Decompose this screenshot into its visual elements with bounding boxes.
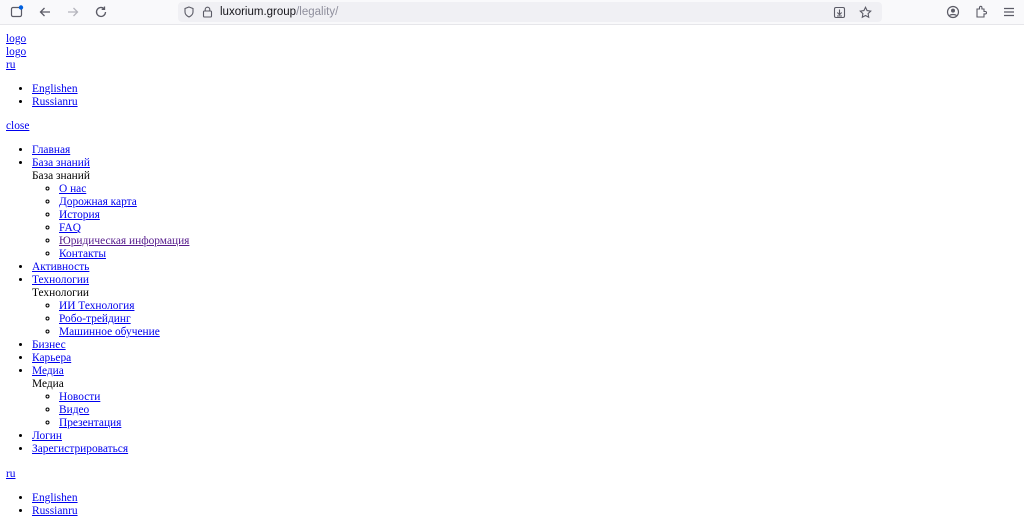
submenu-heading: База знаний <box>32 170 90 182</box>
list-item: Russianru <box>32 96 1024 109</box>
submenu-item: О нас <box>59 183 1024 196</box>
media-video-link[interactable]: Видео <box>59 404 89 416</box>
media-news-link[interactable]: Новости <box>59 391 100 403</box>
menu-activity-link[interactable]: Активность <box>32 261 89 273</box>
submenu-item: Машинное обучение <box>59 326 1024 339</box>
reload-icon[interactable] <box>90 1 112 23</box>
submenu-heading: Медиа <box>32 378 64 390</box>
kb-contacts-link[interactable]: Контакты <box>59 248 106 260</box>
menu-item: Бизнес <box>32 339 1024 352</box>
language-toggle-2[interactable]: ru <box>6 468 1024 481</box>
forward-icon[interactable] <box>62 1 84 23</box>
language-toggle[interactable]: ru <box>6 59 1024 72</box>
lang-russian-link[interactable]: Russianru <box>32 96 78 108</box>
menu-register-link[interactable]: Зарегистрироваться <box>32 443 128 455</box>
extensions-icon[interactable] <box>970 1 992 23</box>
menu-career-link[interactable]: Карьера <box>32 352 71 364</box>
list-item: Englishen <box>32 492 1024 505</box>
tech-submenu: ИИ Технология Робо-трейдинг Машинное обу… <box>32 300 1024 339</box>
url-text[interactable]: luxorium.group/legality/ <box>220 6 338 18</box>
kb-legal-link[interactable]: Юридическая информация <box>59 235 189 247</box>
media-submenu: Новости Видео Презентация <box>32 391 1024 430</box>
submenu-item: Контакты <box>59 248 1024 261</box>
menu-item: Зарегистрироваться <box>32 443 1024 456</box>
menu-item: Главная <box>32 144 1024 157</box>
back-icon[interactable] <box>34 1 56 23</box>
menu-item: База знаний База знаний О нас Дорожная к… <box>32 157 1024 261</box>
bookmark-star-icon[interactable] <box>854 1 876 23</box>
submenu-heading: Технологии <box>32 287 90 299</box>
main-menu: Главная База знаний База знаний О нас До… <box>6 144 1024 456</box>
url-path: /legality/ <box>296 6 339 18</box>
kb-roadmap-link[interactable]: Дорожная карта <box>59 196 137 208</box>
menu-item: Медиа Медиа Новости Видео Презентация <box>32 365 1024 430</box>
kb-about-link[interactable]: О нас <box>59 183 86 195</box>
submenu-item: Видео <box>59 404 1024 417</box>
menu-home-link[interactable]: Главная <box>32 144 70 156</box>
url-host: luxorium.group <box>220 6 297 18</box>
menu-tech-link[interactable]: Технологии <box>32 274 89 286</box>
kb-submenu: О нас Дорожная карта История FAQ Юридиче… <box>32 183 1024 261</box>
list-item: Englishen <box>32 83 1024 96</box>
tech-robo-link[interactable]: Робо-трейдинг <box>59 313 131 325</box>
menu-item: Логин <box>32 430 1024 443</box>
save-page-icon[interactable] <box>828 1 850 23</box>
toolbar-right <box>942 1 1020 23</box>
submenu-item: История <box>59 209 1024 222</box>
nav-buttons <box>6 1 112 23</box>
list-item: Russianru <box>32 505 1024 518</box>
submenu-item: FAQ <box>59 222 1024 235</box>
menu-item: Активность <box>32 261 1024 274</box>
submenu-item: Дорожная карта <box>59 196 1024 209</box>
submenu-item: Презентация <box>59 417 1024 430</box>
menu-business-link[interactable]: Бизнес <box>32 339 66 351</box>
sidebar-icon[interactable] <box>6 1 28 23</box>
kb-faq-link[interactable]: FAQ <box>59 222 81 234</box>
logo-link-1[interactable]: logo <box>6 33 1024 46</box>
lang-russian-link-2[interactable]: Russianru <box>32 505 78 517</box>
page-content: logo logo ru Englishen Russianru close Г… <box>0 25 1024 518</box>
lang-english-link-2[interactable]: Englishen <box>32 492 78 504</box>
menu-item: Технологии Технологии ИИ Технология Робо… <box>32 274 1024 339</box>
submenu-item: Новости <box>59 391 1024 404</box>
menu-kb-link[interactable]: База знаний <box>32 157 90 169</box>
lang-english-link[interactable]: Englishen <box>32 83 78 95</box>
menu-icon[interactable] <box>998 1 1020 23</box>
shield-icon[interactable] <box>178 1 200 23</box>
logo-link-2[interactable]: logo <box>6 46 1024 59</box>
close-link[interactable]: close <box>6 120 1024 133</box>
submenu-item: Юридическая информация <box>59 235 1024 248</box>
address-bar[interactable]: luxorium.group/legality/ <box>178 2 882 22</box>
media-presentation-link[interactable]: Презентация <box>59 417 121 429</box>
menu-login-link[interactable]: Логин <box>32 430 62 442</box>
tech-ml-link[interactable]: Машинное обучение <box>59 326 160 338</box>
browser-toolbar: luxorium.group/legality/ <box>0 0 1024 25</box>
tech-ai-link[interactable]: ИИ Технология <box>59 300 134 312</box>
language-list: Englishen Russianru <box>6 83 1024 109</box>
menu-media-link[interactable]: Медиа <box>32 365 64 377</box>
submenu-item: ИИ Технология <box>59 300 1024 313</box>
url-actions <box>828 1 876 23</box>
kb-history-link[interactable]: История <box>59 209 100 221</box>
lock-icon[interactable] <box>200 1 214 23</box>
menu-item: Карьера <box>32 352 1024 365</box>
submenu-item: Робо-трейдинг <box>59 313 1024 326</box>
account-icon[interactable] <box>942 1 964 23</box>
language-list-2: Englishen Russianru <box>6 492 1024 518</box>
